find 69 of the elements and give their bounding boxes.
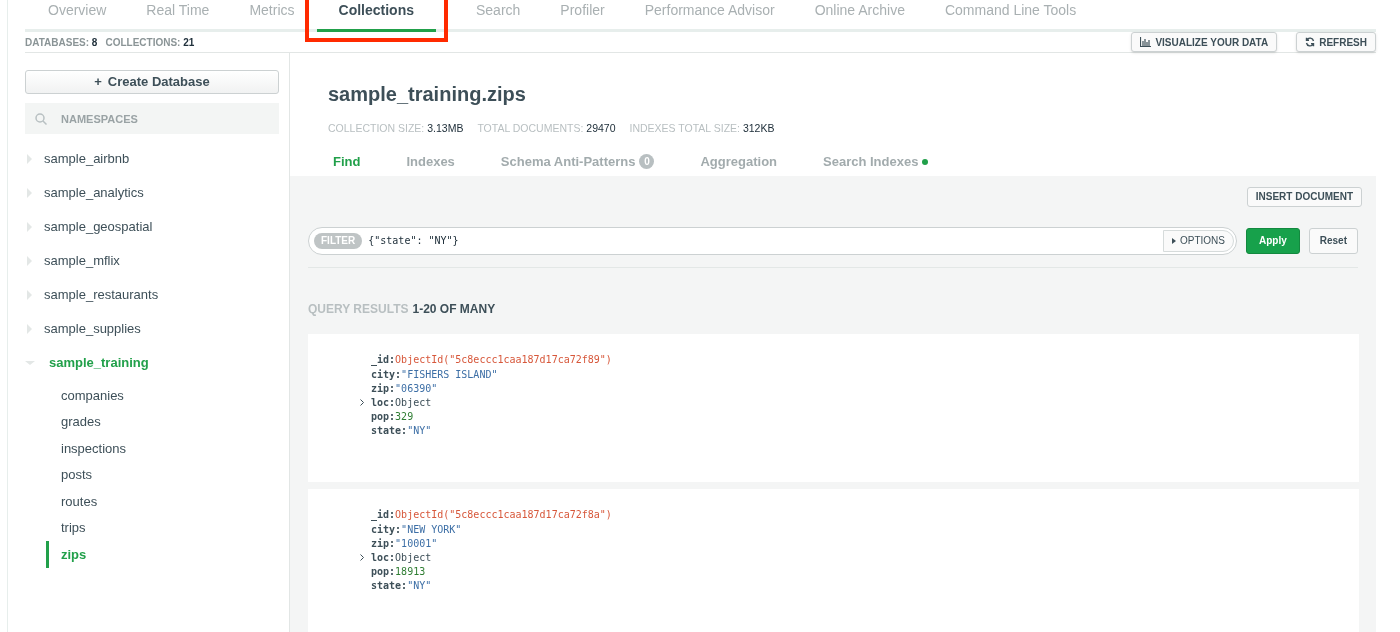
field-key: state: xyxy=(371,423,408,439)
collection-name[interactable]: trips xyxy=(61,518,86,538)
stat-label: COLLECTIONS: 21 xyxy=(105,35,195,50)
bar-chart-icon xyxy=(1140,37,1152,47)
field-value: "10001" xyxy=(395,536,438,551)
nav-tab[interactable]: Collections xyxy=(316,0,436,32)
collection-name[interactable]: posts xyxy=(61,465,93,485)
database-name[interactable]: sample_geospatial xyxy=(44,217,153,237)
field-key: _id: xyxy=(371,352,396,368)
filter-query: {"state": "NY"} xyxy=(368,234,460,249)
collection-name[interactable]: inspections xyxy=(61,438,127,458)
refresh-icon xyxy=(1305,37,1316,47)
field-key: zip: xyxy=(371,535,396,551)
field-key: city: xyxy=(371,521,402,537)
field-value: "06390" xyxy=(395,381,438,396)
field-value: "NY" xyxy=(407,579,432,594)
caret-right-icon[interactable] xyxy=(25,324,35,334)
field-value: ObjectId("5c8eccc1caa187d17ca72f89") xyxy=(395,353,612,368)
count-badge: 0 xyxy=(639,154,655,170)
collection-title: sample_training.zips xyxy=(328,82,527,107)
field-value: "NEW YORK" xyxy=(401,522,462,537)
field-value: 18913 xyxy=(395,565,426,580)
field-value: ObjectId("5c8eccc1caa187d17ca72f8a") xyxy=(395,508,612,523)
chevron-right-icon[interactable] xyxy=(360,553,365,561)
database-name[interactable]: sample_airbnb xyxy=(44,149,130,169)
database-name[interactable]: sample_restaurants xyxy=(44,285,159,305)
reset-button[interactable]: Reset xyxy=(1308,227,1358,254)
insert-document-button[interactable]: INSERT DOCUMENT xyxy=(1246,186,1362,207)
field-key: city: xyxy=(371,366,402,382)
collection-name[interactable]: grades xyxy=(61,412,101,432)
collection-stat: TOTAL DOCUMENTS: 29470 xyxy=(477,121,616,136)
refresh-button[interactable]: REFRESH xyxy=(1296,32,1376,52)
field-value: "FISHERS ISLAND" xyxy=(401,367,498,382)
create-database-button[interactable]: + Create Database xyxy=(25,70,279,94)
collection-name[interactable]: companies xyxy=(61,385,124,405)
field-key: loc: xyxy=(371,549,396,565)
caret-right-icon[interactable] xyxy=(25,290,35,300)
options-button[interactable]: OPTIONS xyxy=(1162,229,1234,252)
caret-right-icon[interactable] xyxy=(25,222,35,232)
collection-name[interactable]: routes xyxy=(61,491,98,511)
field-value: "NY" xyxy=(407,424,432,439)
field-value: Object xyxy=(395,395,432,410)
database-name[interactable]: sample_analytics xyxy=(44,183,144,203)
caret-right-icon xyxy=(1171,237,1176,244)
field-key: pop: xyxy=(371,564,396,580)
stat-label: DATABASES: 8 xyxy=(25,35,98,50)
query-results-label: QUERY RESULTS xyxy=(308,300,409,318)
database-name[interactable]: sample_mflix xyxy=(44,251,120,271)
namespace-search-field[interactable]: NAMESPACES xyxy=(25,103,279,134)
visualize-button[interactable]: VISUALIZE YOUR DATA xyxy=(1131,32,1278,52)
database-name[interactable]: sample_supplies xyxy=(44,319,141,339)
caret-right-icon[interactable] xyxy=(25,256,35,266)
filter-label: FILTER xyxy=(314,232,363,249)
field-key: pop: xyxy=(371,409,396,425)
field-key: loc: xyxy=(371,394,396,410)
caret-down-icon[interactable] xyxy=(25,358,35,368)
filter-field[interactable]: FILTER {"state": "NY"} OPTIONS xyxy=(308,226,1237,255)
field-value: Object xyxy=(395,550,432,565)
query-results-range: 1-20 OF MANY xyxy=(412,300,496,318)
field-key: _id: xyxy=(371,507,396,523)
caret-right-icon[interactable] xyxy=(25,188,35,198)
collection-stat: COLLECTION SIZE: 3.13MB xyxy=(328,121,464,136)
chevron-right-icon[interactable] xyxy=(360,398,365,406)
field-key: state: xyxy=(371,578,408,594)
field-value: 329 xyxy=(395,410,414,425)
collection-stat: INDEXES TOTAL SIZE: 312KB xyxy=(629,121,775,136)
field-key: zip: xyxy=(371,380,396,396)
caret-right-icon[interactable] xyxy=(25,154,35,164)
search-icon xyxy=(35,113,47,125)
